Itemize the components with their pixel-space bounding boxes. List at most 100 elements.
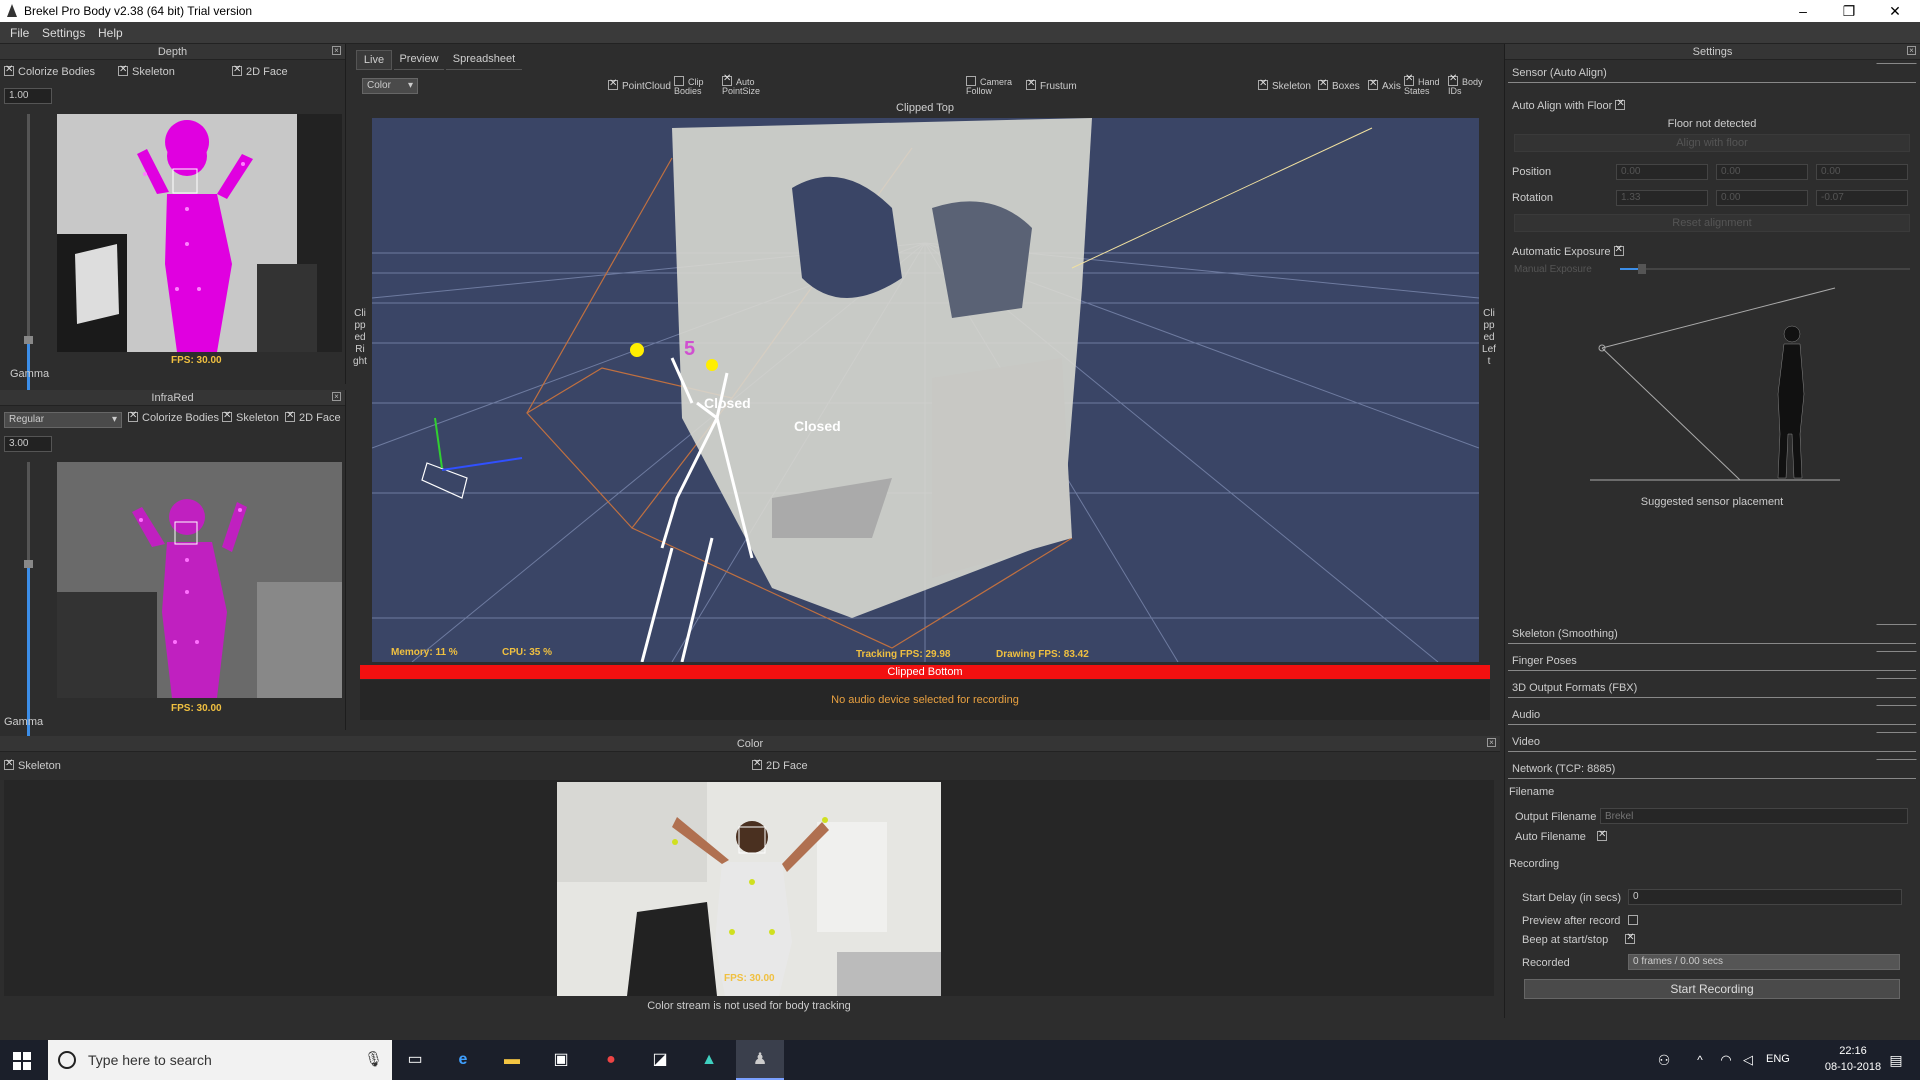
checkbox-icon xyxy=(1404,74,1414,86)
color-skeleton-checkbox[interactable]: Skeleton xyxy=(4,758,61,772)
depth-range-stepper[interactable]: 1.00 xyxy=(4,88,52,104)
depth-gamma-slider[interactable] xyxy=(24,114,33,400)
rotation-z-field[interactable]: -0.07 xyxy=(1816,190,1908,206)
beep-checkbox[interactable]: Beep at start/stop xyxy=(1522,932,1639,946)
recording-heading: Recording xyxy=(1509,858,1560,870)
people-icon[interactable]: ⚇ xyxy=(1652,1048,1676,1072)
pointcloud-checkbox[interactable]: PointCloud xyxy=(608,78,671,92)
windows-start-icon[interactable] xyxy=(13,1052,31,1070)
taskbar-search-box[interactable]: Type here to search 🎙 xyxy=(48,1040,392,1080)
close-icon[interactable]: × xyxy=(332,46,341,55)
position-z-field[interactable]: 0.00 xyxy=(1816,164,1908,180)
edge-icon[interactable]: e xyxy=(451,1048,475,1072)
depth-title: Depth xyxy=(0,44,345,60)
audio-section-header[interactable]: Audio xyxy=(1508,705,1920,725)
video-section-header[interactable]: Video xyxy=(1508,732,1920,752)
depth-image xyxy=(57,114,342,352)
rotation-x-field[interactable]: 1.33 xyxy=(1616,190,1708,206)
ir-gamma-slider[interactable] xyxy=(24,462,33,738)
color-face-checkbox[interactable]: 2D Face xyxy=(752,758,808,772)
recorded-label: Recorded xyxy=(1522,957,1570,969)
rotation-label: Rotation xyxy=(1512,192,1553,204)
minimize-button[interactable]: – xyxy=(1780,0,1826,22)
checkbox-icon xyxy=(1026,78,1036,90)
microphone-icon[interactable]: 🎙 xyxy=(364,1050,383,1068)
preview-after-record-checkbox[interactable]: Preview after record xyxy=(1522,915,1642,927)
sticky-notes-icon[interactable]: ◪ xyxy=(648,1048,672,1072)
position-x-field[interactable]: 0.00 xyxy=(1616,164,1708,180)
checkbox-icon xyxy=(1597,829,1607,841)
boxes-checkbox[interactable]: Boxes xyxy=(1318,78,1360,92)
rotation-y-field[interactable]: 0.00 xyxy=(1716,190,1808,206)
depth-face-checkbox[interactable]: 2D Face xyxy=(232,64,288,78)
store-icon[interactable]: ▣ xyxy=(549,1048,573,1072)
ir-gamma-label: Gamma xyxy=(4,716,44,728)
app-a-icon[interactable]: ▲ xyxy=(697,1048,721,1072)
depth-skeleton-checkbox[interactable]: Skeleton xyxy=(118,64,175,78)
checkbox-icon xyxy=(966,76,976,86)
network-section-header[interactable]: Network (TCP: 8885) xyxy=(1508,759,1920,779)
language-indicator[interactable]: ENG xyxy=(1766,1053,1790,1065)
manual-exposure-slider[interactable] xyxy=(1620,264,1910,274)
sensor-section-header[interactable]: Sensor (Auto Align) xyxy=(1508,63,1920,83)
manual-exposure-label: Manual Exposure xyxy=(1514,264,1592,275)
file-explorer-icon[interactable]: ▬ xyxy=(500,1048,524,1072)
wifi-icon[interactable]: ◠ xyxy=(1714,1048,1738,1072)
menu-settings[interactable]: Settings xyxy=(42,26,85,40)
ir-skeleton-checkbox[interactable]: Skeleton xyxy=(222,410,279,424)
checkbox-icon xyxy=(222,410,232,422)
checkbox-icon xyxy=(1368,78,1378,90)
chrome-icon[interactable]: ● xyxy=(599,1048,623,1072)
align-floor-button[interactable]: Align with floor xyxy=(1514,134,1910,152)
chevron-up-icon[interactable]: ^ xyxy=(1688,1048,1712,1072)
close-icon[interactable]: × xyxy=(332,392,341,401)
app-logo-icon xyxy=(7,4,17,17)
menu-file[interactable]: File xyxy=(10,26,29,40)
clipped-left-label: Clipped Left xyxy=(1482,308,1496,367)
camera-follow-checkbox[interactable]: Camera Follow xyxy=(966,76,1026,96)
close-button[interactable]: ✕ xyxy=(1872,0,1918,22)
auto-align-checkbox[interactable]: Auto Align with Floor xyxy=(1512,98,1629,112)
start-recording-button[interactable]: Start Recording xyxy=(1524,979,1900,999)
depth-panel: Depth × Colorize Bodies Skeleton 2D Face… xyxy=(0,44,346,400)
clipped-bottom-bar: Clipped Bottom xyxy=(360,665,1490,679)
finger-poses-section-header[interactable]: Finger Poses xyxy=(1508,651,1920,671)
fbx-section-header[interactable]: 3D Output Formats (FBX) xyxy=(1508,678,1920,698)
skeleton-section-header[interactable]: Skeleton (Smoothing) xyxy=(1508,624,1920,644)
clock-time[interactable]: 22:16 xyxy=(1818,1045,1888,1057)
notifications-icon[interactable]: ▤ xyxy=(1884,1048,1908,1072)
ir-colorize-checkbox[interactable]: Colorize Bodies xyxy=(128,410,219,424)
auto-filename-checkbox[interactable]: Auto Filename xyxy=(1515,829,1611,843)
task-view-icon[interactable]: ▭ xyxy=(403,1048,427,1072)
auto-exposure-checkbox[interactable]: Automatic Exposure xyxy=(1512,244,1628,258)
skeleton-checkbox[interactable]: Skeleton xyxy=(1258,78,1311,92)
axis-checkbox[interactable]: Axis xyxy=(1368,78,1401,92)
reset-alignment-button[interactable]: Reset alignment xyxy=(1514,214,1910,232)
infrared-image xyxy=(57,462,342,698)
close-icon[interactable]: × xyxy=(1907,46,1916,55)
3d-viewport[interactable] xyxy=(372,118,1479,662)
tab-spreadsheet[interactable]: Spreadsheet xyxy=(446,50,522,70)
ir-range-stepper[interactable]: 3.00 xyxy=(4,436,52,452)
frustum-checkbox[interactable]: Frustum xyxy=(1026,78,1077,92)
cpu-stat: CPU: 35 % xyxy=(502,647,553,658)
hand-states-checkbox[interactable]: Hand States xyxy=(1404,74,1452,96)
maximize-button[interactable]: ❐ xyxy=(1826,0,1872,22)
close-icon[interactable]: × xyxy=(1487,738,1496,747)
infrared-mode-select[interactable]: Regular xyxy=(4,412,122,428)
auto-pointsize-checkbox[interactable]: Auto PointSize xyxy=(722,74,786,96)
output-filename-input[interactable] xyxy=(1600,808,1908,824)
clock-date[interactable]: 08-10-2018 xyxy=(1818,1061,1888,1073)
ir-face-checkbox[interactable]: 2D Face xyxy=(285,410,341,424)
tab-live[interactable]: Live xyxy=(356,50,392,70)
volume-icon[interactable]: ◁ xyxy=(1736,1048,1760,1072)
menu-help[interactable]: Help xyxy=(98,26,123,40)
body-ids-checkbox[interactable]: Body IDs xyxy=(1448,74,1496,96)
clip-bodies-checkbox[interactable]: Clip Bodies xyxy=(674,76,724,96)
position-y-field[interactable]: 0.00 xyxy=(1716,164,1808,180)
start-delay-stepper[interactable]: 0 xyxy=(1628,889,1902,905)
tab-preview[interactable]: Preview xyxy=(394,50,444,70)
brekel-taskbar-button[interactable]: ♟ xyxy=(736,1040,784,1080)
viewport-mode-select[interactable]: Color xyxy=(362,78,418,94)
depth-colorize-checkbox[interactable]: Colorize Bodies xyxy=(4,64,95,78)
